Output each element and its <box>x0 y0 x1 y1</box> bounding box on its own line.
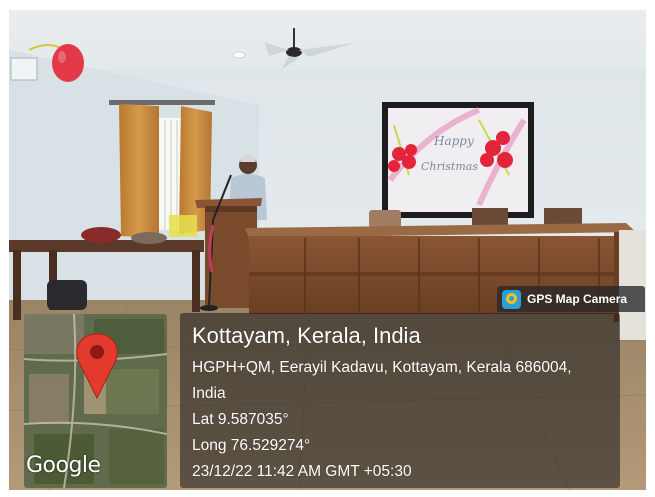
wall-panel <box>619 230 646 340</box>
notice-board: Happy Christmas <box>382 102 534 218</box>
place-title: Kottayam, Kerala, India <box>192 323 421 348</box>
latitude: Lat 9.587035° <box>192 411 289 428</box>
app-badge-label: GPS Map Camera <box>527 292 628 306</box>
timestamp: 23/12/22 11:42 AM GMT +05:30 <box>192 463 412 480</box>
chair <box>544 208 582 226</box>
curtain-left <box>119 104 159 238</box>
backpack <box>47 280 87 310</box>
curtain-rod <box>109 100 215 105</box>
address-line-2: India <box>192 385 226 402</box>
svg-text:Christmas: Christmas <box>421 160 478 173</box>
ceiling-light-icon <box>232 51 246 59</box>
svg-text:Happy: Happy <box>433 134 474 148</box>
map-thumbnail: Google <box>24 314 167 488</box>
gps-map-camera-icon <box>502 289 521 309</box>
air-conditioner <box>10 57 38 81</box>
yellow-bag <box>169 215 197 237</box>
chair <box>472 208 508 226</box>
chair <box>369 210 401 228</box>
longitude: Long 76.529274° <box>192 437 311 454</box>
google-logo: Google <box>26 453 101 478</box>
address-line-1: HGPH+QM, Eerayil Kadavu, Kottayam, Keral… <box>192 359 572 376</box>
bag <box>81 227 121 243</box>
app-badge: GPS Map Camera <box>497 286 645 312</box>
